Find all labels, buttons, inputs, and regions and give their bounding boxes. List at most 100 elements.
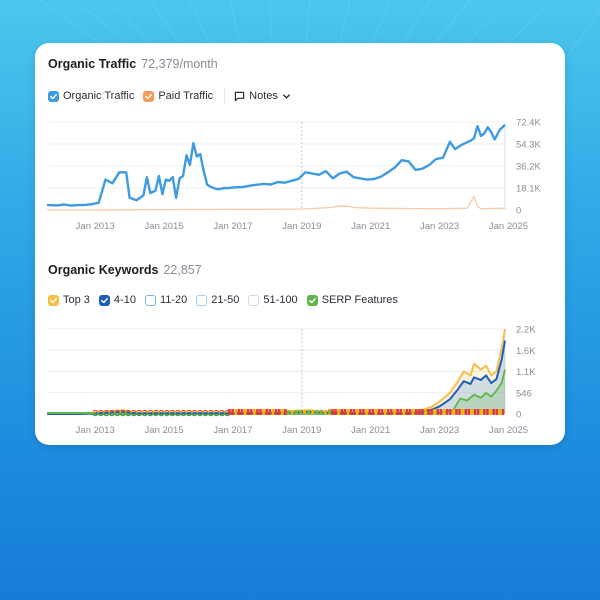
- keywords-chart: 0 546 1.1K 1.6K 2.2K Jan 2013 Jan 2015 Jan 2017…: [47, 325, 536, 436]
- serp-event-marker: [371, 409, 375, 415]
- serp-event-marker: [473, 409, 477, 415]
- serp-event-marker: [489, 409, 492, 415]
- x-tick-label: Jan 2021: [351, 221, 390, 232]
- serp-event-marker: [386, 409, 390, 415]
- serp-event-marker: [368, 409, 371, 415]
- serp-event-marker: [246, 409, 250, 415]
- checkbox-unchecked-icon[interactable]: [248, 294, 260, 306]
- traffic-metric: 72,379/month: [141, 57, 218, 71]
- serp-event-marker: [280, 409, 284, 415]
- serp-event-marker: [343, 409, 347, 415]
- serp-event-marker: [436, 409, 440, 415]
- serp-event-marker: [286, 410, 290, 414]
- serp-event-marker: [283, 409, 287, 415]
- checkbox-checked-icon[interactable]: [306, 294, 318, 306]
- serp-event-marker: [380, 409, 384, 415]
- legend-label: Paid Traffic: [158, 90, 214, 102]
- legend-paid-traffic[interactable]: Paid Traffic: [143, 90, 213, 102]
- x-tick-label: Jan 2025: [489, 425, 528, 436]
- serp-event-marker: [476, 409, 480, 415]
- x-tick-label: Jan 2021: [351, 425, 390, 436]
- serp-event-marker: [483, 409, 486, 415]
- serp-event-marker: [439, 409, 443, 415]
- serp-event-marker: [365, 409, 368, 415]
- legend-11-20[interactable]: 11-20: [144, 294, 187, 306]
- serp-event-marker: [337, 409, 340, 415]
- y-tick-label: 18.1K: [516, 184, 541, 195]
- legend-51-100[interactable]: 51-100: [248, 294, 298, 306]
- y-tick-label: 72.4K: [516, 118, 541, 129]
- serp-event-marker: [501, 409, 505, 415]
- notes-dropdown[interactable]: Notes: [234, 90, 295, 102]
- keywords-title: Organic Keywords 22,857: [48, 263, 202, 277]
- serp-event-marker: [498, 409, 502, 415]
- serp-event-marker: [352, 409, 356, 415]
- notes-label: Notes: [249, 90, 278, 102]
- serp-event-marker: [271, 409, 275, 415]
- serp-event-marker: [417, 409, 421, 415]
- y-tick-label: 2.2K: [516, 325, 536, 336]
- legend-organic-traffic[interactable]: Organic Traffic: [48, 90, 134, 102]
- checkbox-checked-icon[interactable]: [48, 294, 59, 306]
- legend-serp-features[interactable]: SERP Features: [306, 294, 398, 306]
- serp-event-marker: [307, 410, 311, 414]
- checkbox-checked-icon[interactable]: [48, 90, 59, 102]
- serp-event-marker: [303, 410, 307, 414]
- serp-event-marker: [455, 409, 458, 415]
- checkbox-unchecked-icon[interactable]: [196, 294, 208, 306]
- serp-event-marker: [331, 409, 334, 415]
- serp-event-marker: [414, 409, 418, 415]
- legend-21-50[interactable]: 21-50: [196, 294, 239, 306]
- serp-event-marker: [377, 409, 381, 415]
- serp-event-marker: [323, 410, 327, 414]
- serp-event-marker: [421, 409, 424, 415]
- legend-4-10[interactable]: 4-10: [98, 294, 136, 306]
- serp-event-marker: [290, 410, 294, 414]
- serp-event-marker: [479, 409, 483, 415]
- x-tick-label: Jan 2019: [282, 425, 321, 436]
- keywords-legend: Top 3 4-10 11-20 21-50 51-100 SERP Featu…: [48, 294, 407, 306]
- serp-event-marker: [470, 409, 474, 415]
- legend-label: 4-10: [113, 294, 136, 306]
- traffic-legend: Organic Traffic Paid Traffic Notes: [48, 88, 295, 104]
- serp-event-marker: [464, 409, 468, 415]
- legend-top-3[interactable]: Top 3: [48, 294, 90, 306]
- checkbox-checked-icon[interactable]: [143, 90, 155, 102]
- x-tick-label: Jan 2025: [489, 221, 528, 232]
- checkbox-unchecked-icon[interactable]: [144, 294, 156, 306]
- organic-traffic-line: [46, 124, 506, 207]
- serp-event-marker: [256, 409, 259, 415]
- y-tick-label: 36.2K: [516, 162, 541, 173]
- serp-event-marker: [253, 409, 256, 415]
- serp-event-marker: [424, 409, 427, 415]
- serp-event-marker: [340, 409, 344, 415]
- serp-event-marker: [346, 409, 350, 415]
- serp-event-marker: [402, 409, 406, 415]
- serp-event-marker: [362, 409, 365, 415]
- serp-event-marker: [430, 409, 433, 415]
- keywords-title-text: Organic Keywords: [48, 263, 159, 277]
- serp-event-marker: [408, 409, 412, 415]
- serp-event-marker: [234, 409, 238, 415]
- legend-label: Organic Traffic: [63, 90, 135, 102]
- serp-event-marker: [355, 409, 359, 415]
- traffic-chart: 0 18.1K 36.2K 54.3K 72.4K Jan 2013 Jan 2015 Jan…: [46, 118, 541, 232]
- serp-event-marker: [294, 410, 298, 414]
- serp-event-marker: [237, 409, 241, 415]
- serp-event-marker: [492, 409, 495, 415]
- serp-event-marker: [393, 409, 396, 415]
- serp-event-marker: [461, 409, 464, 415]
- serp-event-marker: [390, 409, 393, 415]
- serp-event-marker: [231, 409, 234, 415]
- traffic-title: Organic Traffic 72,379/month: [48, 57, 218, 71]
- serp-event-marker: [315, 410, 319, 414]
- y-tick-label: 0: [516, 410, 521, 421]
- serp-event-marker: [243, 409, 247, 415]
- serp-event-marker: [448, 409, 452, 415]
- divider: [224, 88, 226, 104]
- checkbox-checked-icon[interactable]: [98, 294, 110, 306]
- serp-event-marker: [374, 409, 378, 415]
- serp-event-marker: [467, 409, 471, 415]
- x-tick-label: Jan 2013: [76, 425, 115, 436]
- serp-event-marker: [452, 409, 455, 415]
